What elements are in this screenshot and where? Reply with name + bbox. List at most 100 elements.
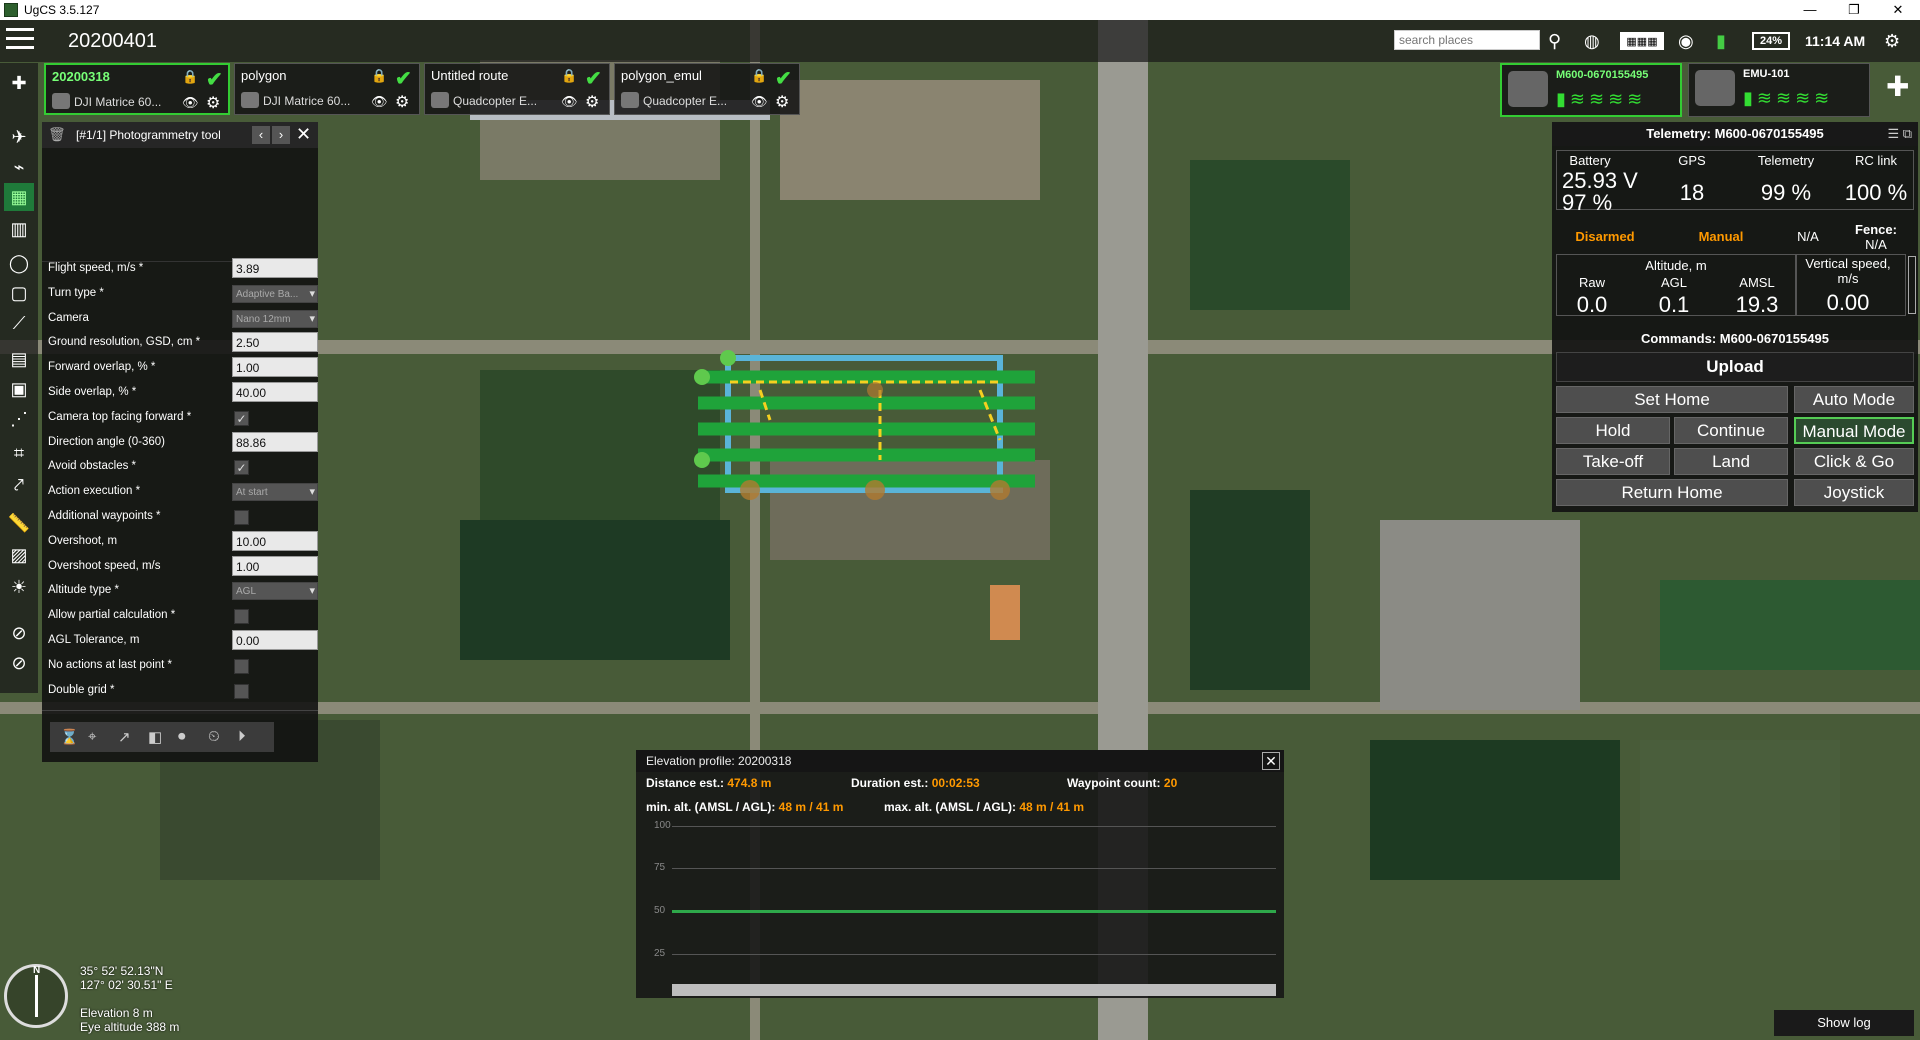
param-input[interactable]: 40.00 (232, 382, 318, 402)
vehicle-tab-emu101[interactable]: EMU-101 ▮≋≋≋≋ (1688, 63, 1870, 117)
settings-icon[interactable]: ⚙ (1884, 28, 1900, 54)
param-checkbox[interactable]: ✓ (234, 460, 249, 476)
eye-icon[interactable]: 👁 (371, 94, 388, 110)
set-home-button[interactable]: Set Home (1556, 386, 1788, 413)
heading-icon[interactable]: ↗ (118, 728, 131, 746)
action-toolbar: ⌛ ⌖ ↗ ◧ ⏺ ⏲ ⏵ (50, 722, 274, 752)
ruler-icon[interactable]: 📏 (4, 509, 34, 537)
lock-icon[interactable]: 🔒 (751, 68, 767, 84)
adsb-icon[interactable]: ◉ (1678, 28, 1694, 54)
drone-add-icon[interactable]: ✚ (1886, 70, 1909, 103)
sun-icon[interactable]: ☀ (4, 573, 34, 601)
param-select[interactable]: At start (232, 483, 318, 502)
close-button[interactable]: ✕ (1876, 0, 1920, 20)
forbidden-icon[interactable]: ⊘ (4, 649, 34, 677)
route-tab[interactable]: polygon 🔒 ✔ DJI Matrice 60... 👁 ⚙ (234, 63, 420, 115)
no-fly-zone-icon[interactable]: ▨ (4, 541, 34, 569)
lock-icon[interactable]: 🔒 (182, 69, 198, 85)
param-input[interactable]: 88.86 (232, 431, 318, 452)
mission-name[interactable]: 20200401 (68, 30, 157, 53)
trash-icon[interactable]: 🗑 (48, 126, 66, 143)
route-tool-icon[interactable]: ⌁ (4, 153, 34, 181)
auto-mode-button[interactable]: Auto Mode (1794, 386, 1914, 413)
list-icon[interactable]: ☰ ⧉ (1887, 126, 1912, 142)
param-checkbox[interactable] (234, 658, 249, 674)
fence-value: N/A (1865, 237, 1887, 252)
facade-tool-icon[interactable]: ▤ (4, 345, 34, 373)
next-button[interactable]: › (272, 126, 290, 144)
show-log-button[interactable]: Show log (1774, 1010, 1914, 1036)
compass[interactable]: N (4, 964, 68, 1028)
camera-mode-icon[interactable]: ◧ (148, 728, 162, 746)
minimize-button[interactable]: — (1788, 0, 1832, 20)
eye-icon[interactable]: 👁 (182, 95, 199, 111)
param-checkbox[interactable] (234, 510, 249, 525)
globe-icon[interactable]: ◍ (1584, 28, 1600, 54)
hourglass-icon[interactable]: ⌛ (60, 728, 79, 746)
param-input[interactable]: 2.50 (232, 332, 318, 353)
vehicle-tab-m600[interactable]: M600-0670155495 ▮≋≋≋≋ (1500, 63, 1682, 117)
param-input[interactable]: 10.00 (232, 530, 318, 551)
landing-tool-icon[interactable]: ⤤ (4, 471, 34, 499)
camera-timer-icon[interactable]: ⏲ (208, 728, 220, 745)
restore-button[interactable]: ❐ (1832, 0, 1876, 20)
param-row: Turn type * Adaptive Ba... (48, 283, 318, 305)
photogrammetry-tool-icon[interactable]: ▦ (4, 183, 34, 211)
clear-icon[interactable]: ⊘ (4, 619, 34, 647)
lock-icon[interactable]: 🔒 (561, 68, 577, 84)
param-select[interactable]: AGL (232, 582, 318, 601)
search-icon[interactable]: ⚲ (1548, 28, 1561, 54)
param-checkbox[interactable]: ✓ (234, 410, 249, 426)
search-places-input[interactable] (1394, 30, 1540, 50)
param-input[interactable]: 1.00 (232, 555, 318, 576)
param-input[interactable]: 3.89 (232, 258, 318, 278)
duration-estimate: Duration est.: 00:02:53 (851, 776, 980, 790)
add-tool-icon[interactable]: ✚ (4, 69, 34, 97)
gear-icon[interactable]: ⚙ (775, 92, 789, 112)
land-button[interactable]: Land (1674, 448, 1788, 475)
param-checkbox[interactable] (234, 683, 249, 699)
corridor-tool-icon[interactable]: ⋰ (4, 405, 34, 433)
gear-icon[interactable]: ⚙ (585, 92, 599, 112)
takeoff-button[interactable]: Take-off (1556, 448, 1670, 475)
param-checkbox[interactable] (234, 609, 249, 625)
return-home-button[interactable]: Return Home (1556, 479, 1788, 506)
continue-button[interactable]: Continue (1674, 417, 1788, 444)
map-field (1190, 160, 1350, 310)
poi-icon[interactable]: ⌖ (88, 728, 96, 745)
commands-title: Commands: M600-0670155495 (1641, 331, 1829, 346)
lock-icon[interactable]: 🔒 (371, 68, 387, 84)
route-tab[interactable]: Untitled route 🔒 ✔ Quadcopter E... 👁 ⚙ (424, 63, 610, 115)
route-tab[interactable]: polygon_emul 🔒 ✔ Quadcopter E... 👁 ⚙ (614, 63, 800, 115)
close-icon[interactable]: ✕ (296, 124, 311, 145)
upload-button[interactable]: Upload (1556, 352, 1914, 382)
param-select[interactable]: Adaptive Ba... (232, 284, 318, 303)
click-and-go-button[interactable]: Click & Go (1794, 448, 1914, 475)
manual-mode-button[interactable]: Manual Mode (1794, 417, 1914, 444)
eye-icon[interactable]: 👁 (561, 94, 578, 110)
prev-button[interactable]: ‹ (252, 126, 270, 144)
gear-icon[interactable]: ⚙ (395, 92, 409, 112)
hold-button[interactable]: Hold (1556, 417, 1670, 444)
vertical-scan-tool-icon[interactable]: ⌗ (4, 439, 34, 467)
camera-distance-icon[interactable]: ⏵ (238, 728, 246, 745)
close-icon[interactable]: ✕ (1262, 752, 1280, 770)
menu-icon[interactable] (6, 28, 34, 52)
gear-icon[interactable]: ⚙ (206, 93, 220, 113)
area-scan-tool-icon[interactable]: ▥ (4, 215, 34, 243)
takeoff-tool-icon[interactable]: ⟋ (4, 309, 34, 337)
camera-trigger-icon[interactable]: ⏺ (178, 728, 186, 745)
param-input[interactable]: 0.00 (232, 630, 318, 650)
survey-route[interactable] (680, 330, 1060, 520)
keyboard-icon[interactable]: ▦▦▦ (1620, 32, 1664, 50)
param-input[interactable]: 1.00 (232, 357, 318, 378)
joystick-button[interactable]: Joystick (1794, 479, 1914, 506)
vehicle-name: M600-0670155495 (1556, 69, 1649, 81)
perimeter-tool-icon[interactable]: ▢ (4, 279, 34, 307)
param-select[interactable]: Nano 12mm (232, 309, 318, 328)
route-tab[interactable]: 20200318 🔒 ✔ DJI Matrice 60... 👁 ⚙ (44, 63, 230, 115)
waypoint-tool-icon[interactable]: ✈ (4, 123, 34, 151)
structure-tool-icon[interactable]: ▣ (4, 375, 34, 403)
eye-icon[interactable]: 👁 (751, 94, 768, 110)
circle-tool-icon[interactable]: ◯ (4, 249, 34, 277)
